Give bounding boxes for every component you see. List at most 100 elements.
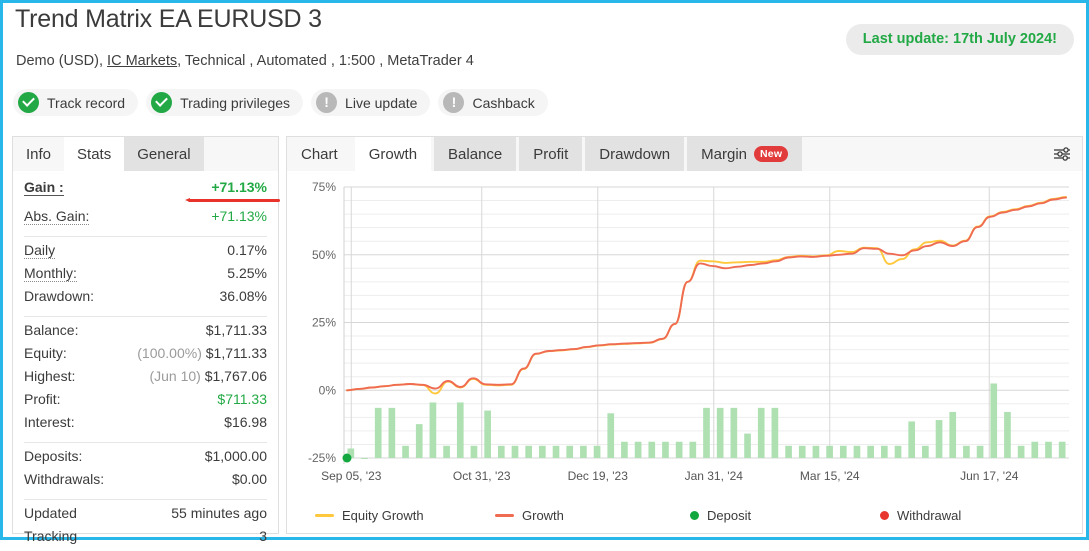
tab-chart[interactable]: Chart [287, 137, 352, 171]
chart-canvas: -25%0%25%50%75%Sep 05, '23Oct 31, '23Dec… [287, 171, 1082, 533]
check-circle-icon [18, 92, 39, 113]
stat-row-equity: Equity: (100.00%) $1,711.33 [24, 345, 267, 368]
stat-label: Updated [24, 505, 77, 521]
page-frame: Trend Matrix EA EURUSD 3 Demo (USD), IC … [0, 0, 1089, 540]
equity-percent: (100.00%) [137, 345, 202, 361]
stat-label: Withdrawals: [24, 471, 104, 487]
stat-label: Equity: [24, 345, 67, 361]
divider [24, 316, 267, 317]
legend-dot-icon [880, 511, 889, 520]
account-meta: , Technical , Automated , 1:500 , MetaTr… [177, 53, 474, 69]
growth-chart: -25%0%25%50%75%Sep 05, '23Oct 31, '23Dec… [287, 171, 1082, 533]
badge-label: Cashback [472, 95, 534, 111]
stat-label: Interest: [24, 414, 75, 430]
svg-text:Mar 15, '24: Mar 15, '24 [800, 469, 860, 483]
stat-value: 36.08% [220, 288, 267, 304]
stat-value: 3 [259, 528, 267, 544]
tab-info[interactable]: Info [13, 137, 64, 171]
tab-label: Profit [533, 146, 568, 163]
stat-value: $711.33 [217, 391, 267, 407]
account-subline: Demo (USD), IC Markets, Technical , Auto… [16, 53, 474, 69]
exclamation-circle-icon [316, 92, 337, 113]
chart-legend: Equity Growth Growth Deposit Withdrawal [315, 508, 1055, 523]
account-type: Demo (USD), [16, 53, 103, 69]
tab-label: Drawdown [599, 146, 670, 163]
divider [24, 236, 267, 237]
svg-text:50%: 50% [312, 248, 336, 262]
legend-item-equity-growth[interactable]: Equity Growth [315, 508, 495, 523]
tab-margin[interactable]: Margin New [687, 137, 802, 171]
svg-text:75%: 75% [312, 180, 336, 194]
legend-label: Growth [522, 508, 564, 523]
legend-line-icon [315, 514, 334, 517]
header: Trend Matrix EA EURUSD 3 Demo (USD), IC … [3, 3, 1086, 125]
stat-label: Deposits: [24, 448, 82, 464]
badge-track-record[interactable]: Track record [13, 89, 138, 116]
gain-highlight-annotation [188, 199, 280, 202]
stat-label: Tracking [24, 528, 77, 544]
stats-list: Gain : +71.13% Abs. Gain: +71.13% Daily … [13, 171, 278, 551]
stat-row-balance: Balance: $1,711.33 [24, 322, 267, 345]
broker-link[interactable]: IC Markets [107, 53, 177, 69]
svg-text:0%: 0% [319, 383, 337, 397]
tab-growth[interactable]: Growth [355, 137, 431, 171]
tab-profit[interactable]: Profit [519, 137, 582, 171]
stat-row-interest: Interest: $16.98 [24, 414, 267, 437]
stat-value: $1,000.00 [205, 448, 267, 464]
stat-row-profit: Profit: $711.33 [24, 391, 267, 414]
legend-item-deposit[interactable]: Deposit [690, 508, 880, 523]
stat-value: 0.17% [227, 242, 267, 258]
stat-row-abs-gain: Abs. Gain: +71.13% [24, 208, 267, 231]
new-badge: New [754, 146, 788, 163]
legend-dot-icon [690, 511, 699, 520]
svg-text:Jun 17, '24: Jun 17, '24 [960, 469, 1019, 483]
stat-value: +71.13% [211, 208, 267, 224]
stat-label: Drawdown: [24, 288, 94, 304]
badge-label: Track record [47, 95, 125, 111]
stat-label: Monthly: [24, 265, 77, 282]
tab-label: Chart [301, 146, 338, 163]
exclamation-circle-icon [443, 92, 464, 113]
legend-item-growth[interactable]: Growth [495, 508, 690, 523]
chart-settings-button[interactable] [1048, 140, 1076, 168]
stat-value: $16.98 [224, 414, 267, 430]
sliders-icon [1052, 144, 1072, 164]
stat-value: $1,767.06 [205, 368, 267, 384]
svg-text:25%: 25% [312, 316, 336, 330]
stat-value: $0.00 [232, 471, 267, 487]
tab-balance[interactable]: Balance [434, 137, 516, 171]
page-title: Trend Matrix EA EURUSD 3 [15, 5, 322, 34]
badge-cashback[interactable]: Cashback [438, 89, 547, 116]
badge-trading-privileges[interactable]: Trading privileges [146, 89, 303, 116]
chart-panel: Chart Growth Balance Profit Drawdown Mar… [286, 136, 1083, 534]
divider [24, 442, 267, 443]
stat-label: Profit: [24, 391, 61, 407]
stat-value-wrap: (100.00%) $1,711.33 [137, 345, 267, 361]
badge-label: Trading privileges [180, 95, 290, 111]
info-panel-tabs: Info Stats General [13, 137, 278, 171]
stat-label: Gain : [24, 179, 64, 196]
tab-stats[interactable]: Stats [64, 137, 124, 171]
divider [24, 499, 267, 500]
stat-value: $1,711.33 [206, 345, 267, 361]
tab-label: Balance [448, 146, 502, 163]
svg-text:Dec 19, '23: Dec 19, '23 [568, 469, 629, 483]
highest-date: (Jun 10) [149, 368, 200, 384]
legend-line-icon [495, 514, 514, 517]
stat-label: Balance: [24, 322, 78, 338]
stat-row-highest: Highest: (Jun 10) $1,767.06 [24, 368, 267, 391]
stat-value: 55 minutes ago [171, 505, 267, 521]
tab-general[interactable]: General [124, 137, 203, 171]
badge-live-update[interactable]: Live update [311, 89, 430, 116]
tab-label: Growth [369, 146, 417, 163]
tab-label: Margin [701, 146, 747, 163]
legend-item-withdrawal[interactable]: Withdrawal [880, 508, 961, 523]
info-panel: Info Stats General Gain : +71.13% Abs. G… [12, 136, 279, 534]
stat-label: Daily [24, 242, 55, 259]
legend-label: Withdrawal [897, 508, 961, 523]
badge-label: Live update [345, 95, 417, 111]
tab-drawdown[interactable]: Drawdown [585, 137, 684, 171]
svg-text:Oct 31, '23: Oct 31, '23 [453, 469, 511, 483]
stat-value: 5.25% [227, 265, 267, 281]
stat-row-drawdown: Drawdown: 36.08% [24, 288, 267, 311]
